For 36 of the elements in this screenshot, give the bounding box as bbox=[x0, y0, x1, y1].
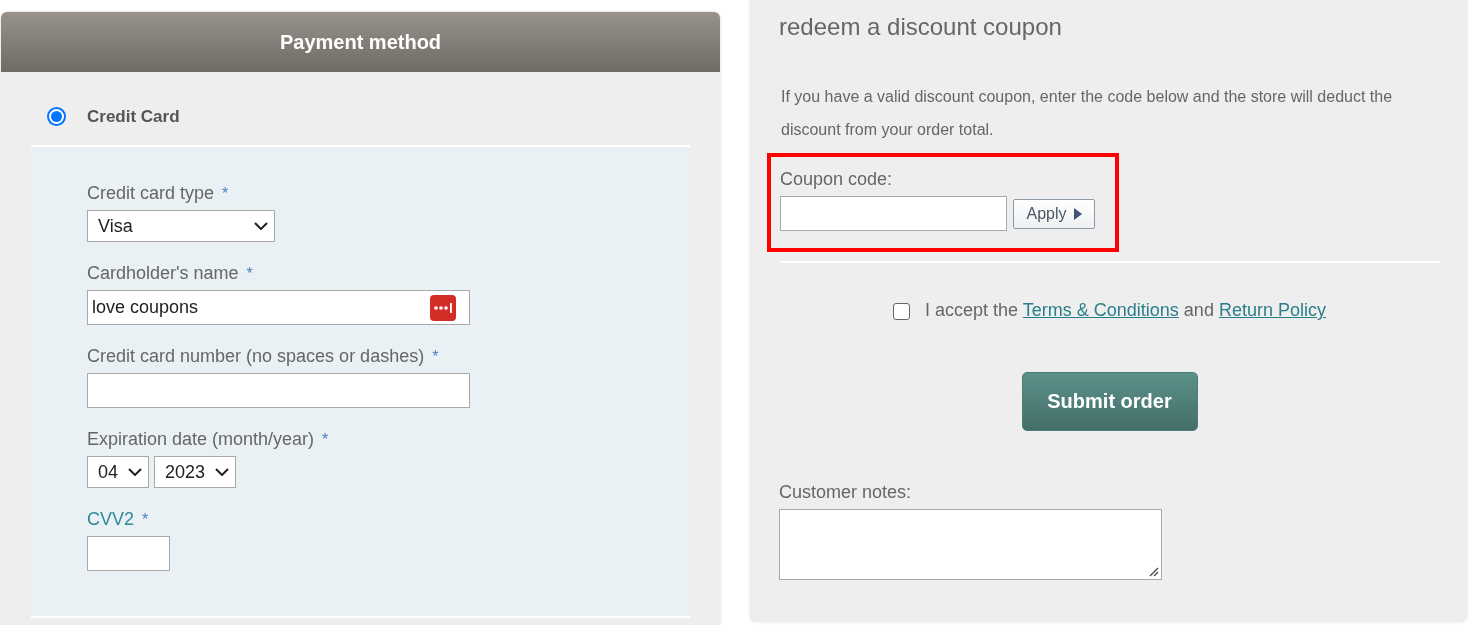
chevron-down-icon bbox=[215, 468, 229, 476]
field-label: Cardholder's name bbox=[87, 262, 239, 284]
field-label[interactable]: CVV2 bbox=[87, 508, 135, 530]
radio-button[interactable] bbox=[47, 107, 66, 126]
required-asterisk: * bbox=[142, 510, 149, 530]
input-field[interactable] bbox=[87, 373, 470, 408]
select-field[interactable]: 04 bbox=[87, 456, 149, 488]
apply-button[interactable]: Apply bbox=[1013, 198, 1095, 229]
text-link[interactable]: Return Policy bbox=[1218, 300, 1326, 320]
input-field[interactable]: love coupons bbox=[87, 290, 470, 325]
select-field[interactable]: 2023 bbox=[154, 456, 236, 488]
select-field[interactable]: Visa bbox=[87, 210, 275, 242]
payment-option-label: Credit Card bbox=[87, 106, 180, 127]
submit-button[interactable]: Submit order bbox=[1021, 372, 1198, 431]
section-heading: redeem a discount coupon bbox=[779, 12, 1062, 42]
chevron-down-icon bbox=[128, 468, 142, 476]
field-label: Credit card type bbox=[87, 182, 215, 204]
panel-header: Payment method bbox=[1, 12, 720, 72]
required-asterisk: * bbox=[322, 430, 329, 450]
caret-right-icon bbox=[1073, 207, 1082, 220]
field-label: Expiration date (month/year) bbox=[87, 428, 315, 450]
chevron-down-icon bbox=[254, 222, 268, 230]
coupon-input[interactable] bbox=[780, 196, 1007, 231]
notes-label: Customer notes: bbox=[779, 481, 912, 503]
terms-text: I accept the Terms & Conditions and Return Policy bbox=[925, 299, 1326, 321]
input-field[interactable] bbox=[87, 536, 170, 571]
required-asterisk: * bbox=[432, 347, 439, 367]
coupon-instructions: If you have a valid discount coupon, enter the code below and the store will deduct the discount from your order total. bbox=[780, 87, 1394, 140]
terms-checkbox[interactable] bbox=[893, 303, 911, 320]
required-asterisk: * bbox=[246, 264, 253, 284]
text-link[interactable]: Terms & Conditions bbox=[1022, 300, 1179, 320]
coupon-label: Coupon code: bbox=[780, 168, 893, 190]
password-dots-icon[interactable] bbox=[430, 294, 456, 321]
field-label: Credit card number (no spaces or dashes) bbox=[87, 345, 425, 367]
required-asterisk: * bbox=[222, 184, 229, 204]
resize-grip-icon[interactable] bbox=[1149, 567, 1159, 577]
